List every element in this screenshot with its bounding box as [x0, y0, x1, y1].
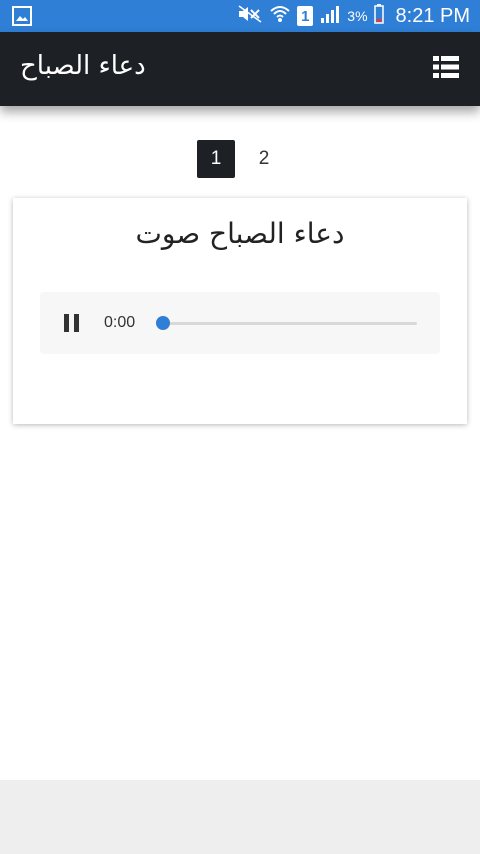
- seek-bar[interactable]: [156, 316, 417, 330]
- signal-icon: [319, 4, 341, 29]
- current-time: 0:00: [104, 314, 136, 331]
- bottom-area: [0, 780, 480, 854]
- list-menu-button[interactable]: [432, 56, 460, 82]
- audio-card: دعاء الصباح صوت 0:00: [13, 198, 467, 424]
- gallery-icon: [12, 6, 32, 26]
- card-title: دعاء الصباح صوت: [135, 217, 345, 250]
- pause-button[interactable]: [60, 311, 84, 335]
- page-1-button[interactable]: 1: [197, 140, 235, 178]
- seek-thumb[interactable]: [156, 316, 170, 330]
- pagination: 1 2: [0, 140, 480, 178]
- app-bar: دعاء الصباح: [0, 32, 480, 106]
- audio-player: 0:00: [40, 292, 440, 354]
- battery-percent: 3%: [347, 8, 368, 24]
- sim-icon: 1: [297, 6, 314, 26]
- battery-icon: [373, 3, 384, 29]
- app-title: دعاء الصباح: [20, 51, 146, 81]
- status-bar: 1 3% 8:21 PM: [0, 0, 480, 32]
- status-time: 8:21 PM: [395, 4, 470, 27]
- list-menu-icon: [433, 56, 459, 82]
- page-2-button[interactable]: 2: [245, 140, 283, 178]
- mute-icon: [237, 4, 263, 29]
- pause-icon: [60, 314, 84, 339]
- wifi-icon: [269, 3, 291, 30]
